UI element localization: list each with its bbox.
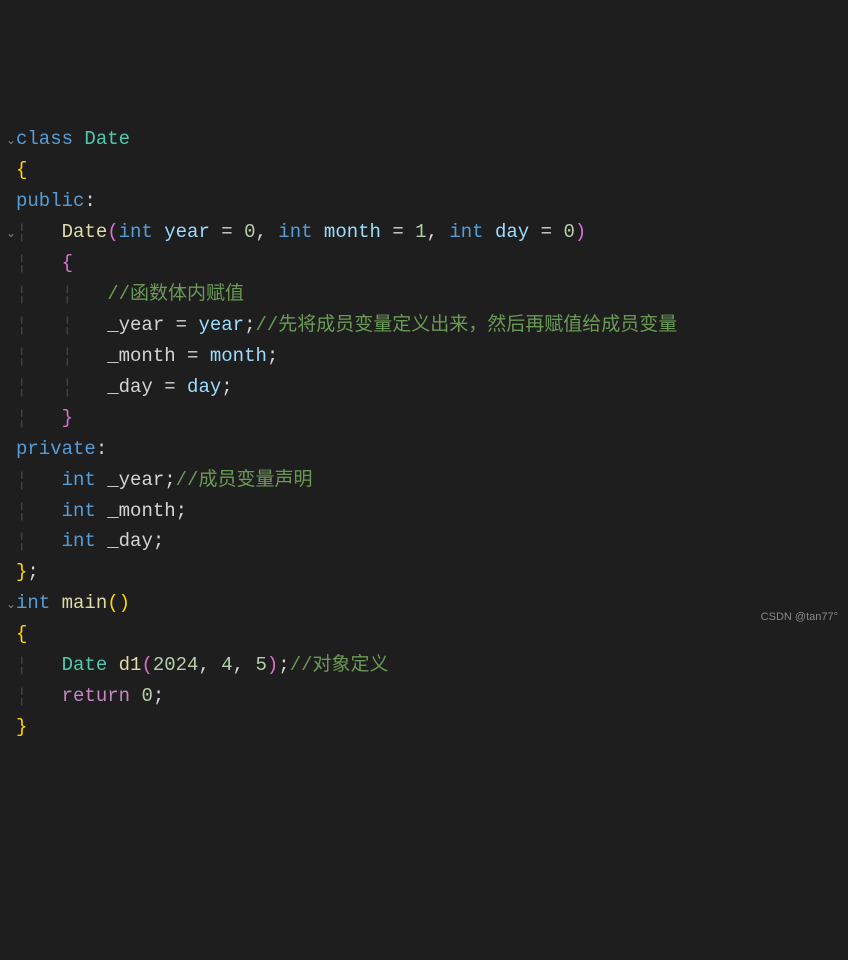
watermark: CSDN @tan77° [761,609,838,627]
code-line[interactable]: ⌄int main() [6,588,848,619]
variable: year [198,314,244,336]
code-line[interactable]: }; [6,557,848,588]
variable: day [187,376,221,398]
code-line[interactable]: ¦ ¦ _year = year;//先将成员变量定义出来，然后再赋值给成员变量 [6,310,848,341]
code-line[interactable]: ¦ Date d1(2024, 4, 5);//对象定义 [6,650,848,681]
param: year [164,221,210,243]
number: 5 [255,654,266,676]
code-line[interactable]: ¦ { [6,248,848,279]
brace: } [62,407,73,429]
code-line[interactable]: ¦ int _day; [6,526,848,557]
code-line[interactable]: ¦ ¦ _month = month; [6,341,848,372]
code-line[interactable]: } [6,712,848,743]
number: 1 [415,221,426,243]
comment: //成员变量声明 [176,469,313,491]
brace: } [16,716,27,738]
type: int [119,221,153,243]
fold-arrow-icon[interactable]: ⌄ [6,132,16,152]
constructor-name: Date [62,221,108,243]
brace: } [16,561,27,583]
brace: { [62,252,73,274]
brace: { [16,159,27,181]
type: int [278,221,312,243]
code-line[interactable]: private: [6,434,848,465]
access-modifier: public [16,190,84,212]
type: int [62,530,96,552]
punct: : [84,190,95,212]
code-editor[interactable]: ⌄class Date { public:⌄¦ Date(int year = … [0,124,848,743]
code-line[interactable]: ¦ int _year;//成员变量声明 [6,465,848,496]
function-name: main [62,592,108,614]
paren: ) [119,592,130,614]
type: int [449,221,483,243]
type: int [62,469,96,491]
variable: _month [107,500,175,522]
type: Date [62,654,108,676]
access-modifier: private [16,438,96,460]
code-line[interactable]: { [6,619,848,650]
type: int [16,592,50,614]
paren: ( [141,654,152,676]
keyword: class [16,128,73,150]
fold-arrow-icon[interactable]: ⌄ [6,596,16,616]
brace: { [16,623,27,645]
keyword: return [62,685,130,707]
code-line[interactable]: public: [6,186,848,217]
paren: ( [107,221,118,243]
variable: d1 [119,654,142,676]
code-line[interactable]: ⌄¦ Date(int year = 0, int month = 1, int… [6,217,848,248]
comment: //对象定义 [290,654,389,676]
variable: _year [107,314,164,336]
variable: month [210,345,267,367]
variable: _day [107,376,153,398]
number: 0 [141,685,152,707]
variable: _year [107,469,164,491]
comment: //函数体内赋值 [107,283,244,305]
comment: //先将成员变量定义出来，然后再赋值给成员变量 [255,314,677,336]
code-line[interactable]: { [6,155,848,186]
variable: _day [107,530,153,552]
code-line[interactable]: ¦ ¦ _day = day; [6,372,848,403]
paren: ) [267,654,278,676]
paren: ) [575,221,586,243]
code-line[interactable]: ¦ int _month; [6,496,848,527]
param: day [495,221,529,243]
code-line[interactable]: ¦ ¦ //函数体内赋值 [6,279,848,310]
variable: _month [107,345,175,367]
class-name: Date [84,128,130,150]
code-line[interactable]: ¦ return 0; [6,681,848,712]
number: 4 [221,654,232,676]
code-line[interactable]: ¦ } [6,403,848,434]
number: 0 [244,221,255,243]
number: 2024 [153,654,199,676]
type: int [62,500,96,522]
code-line[interactable]: ⌄class Date [6,124,848,155]
fold-arrow-icon[interactable]: ⌄ [6,225,16,245]
param: month [324,221,381,243]
number: 0 [563,221,574,243]
paren: ( [107,592,118,614]
